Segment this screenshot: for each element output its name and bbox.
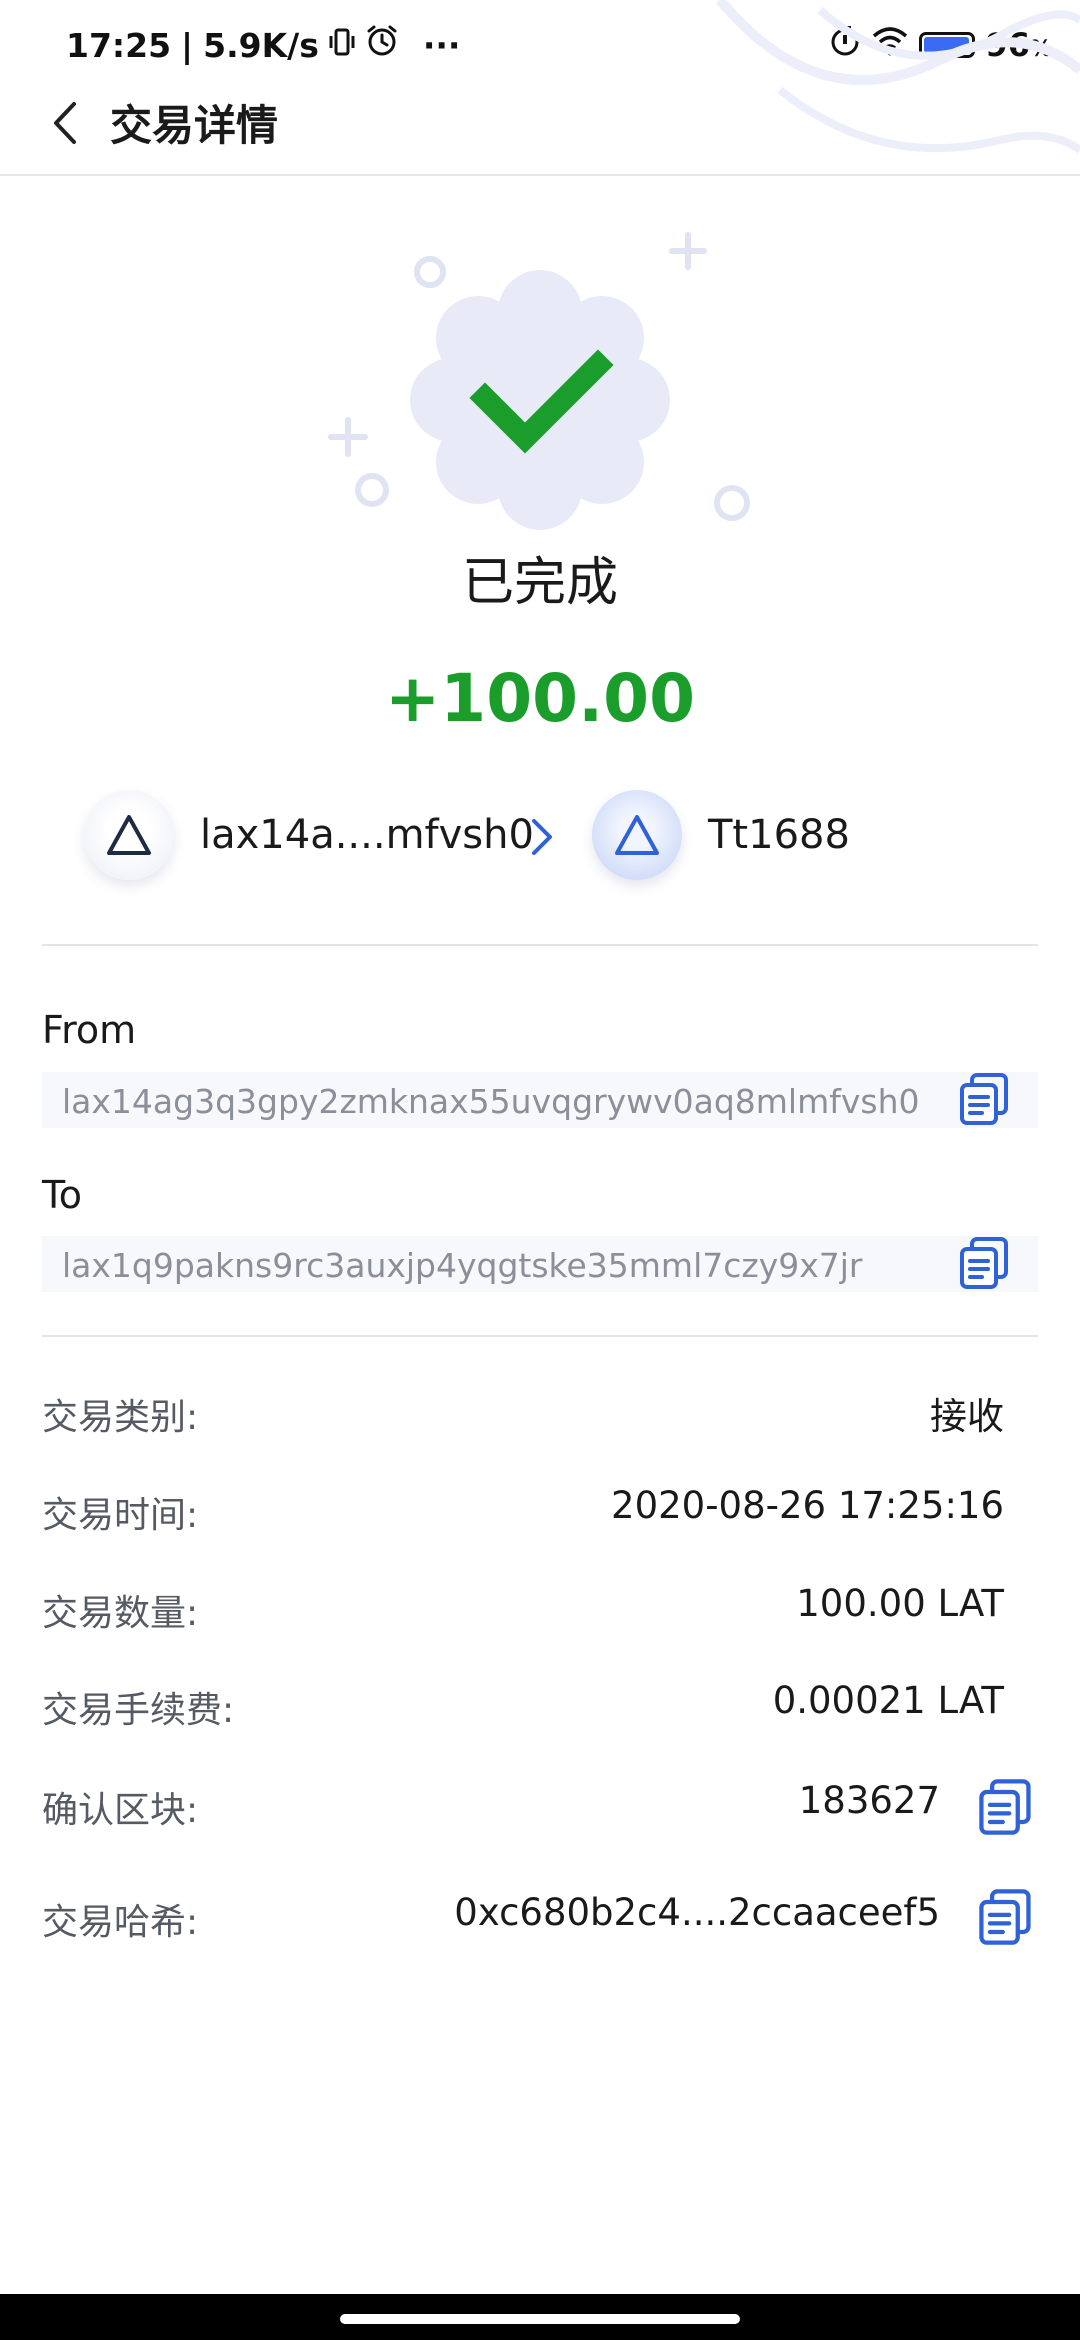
copy-from-address-button[interactable]	[956, 1070, 1014, 1128]
triangle-icon	[107, 815, 151, 855]
copy-to-address-button[interactable]	[956, 1234, 1014, 1292]
vibrate-icon	[329, 26, 355, 65]
from-name: lax14a....mfvsh0	[200, 812, 534, 858]
copy-hash-button[interactable]	[975, 1886, 1037, 1948]
hash-value: 0xc680b2c4....2ccaaceef5	[454, 1891, 940, 1934]
chevron-left-icon	[54, 102, 76, 144]
more-status-icon: ···	[422, 25, 461, 65]
copy-icon	[960, 1237, 1008, 1289]
decor-circle	[714, 485, 750, 521]
block-value: 183627	[798, 1779, 940, 1822]
status-time: 17:25	[66, 25, 172, 65]
block-label: 确认区块:	[42, 1790, 199, 1831]
decor-plus	[669, 232, 707, 270]
copy-icon	[979, 1779, 1031, 1835]
decor-circle	[414, 256, 446, 288]
home-gesture-handle[interactable]	[340, 2314, 740, 2324]
to-address: lax1q9pakns9rc3auxjp4yqgtske35mml7czy9x7…	[62, 1246, 863, 1285]
time-value: 2020-08-26 17:25:16	[611, 1484, 1004, 1527]
divider	[42, 1335, 1038, 1337]
status-separator: |	[181, 25, 194, 65]
success-badge	[328, 232, 750, 530]
to-label: To	[42, 1173, 83, 1217]
transaction-amount: +100.00	[385, 660, 695, 737]
page-title: 交易详情	[110, 101, 279, 150]
transaction-status: 已完成	[461, 553, 618, 613]
from-label: From	[42, 1008, 137, 1052]
amount-label: 交易数量:	[42, 1593, 199, 1634]
system-nav-bar	[0, 2294, 1080, 2340]
to-name: Tt1688	[708, 812, 850, 858]
alarm-icon	[365, 24, 399, 66]
divider	[42, 944, 1038, 946]
to-party: Tt1688	[592, 790, 850, 880]
type-value: 接收	[930, 1395, 1004, 1438]
fee-label: 交易手续费:	[42, 1690, 235, 1731]
triangle-icon	[615, 815, 659, 855]
from-address: lax14ag3q3gpy2zmknax55uvqgrywv0aq8mlmfvs…	[62, 1082, 920, 1121]
type-label: 交易类别:	[42, 1397, 199, 1438]
copy-block-button[interactable]	[975, 1776, 1037, 1838]
decor-plus	[328, 417, 368, 457]
copy-icon	[979, 1889, 1031, 1945]
hash-label: 交易哈希:	[42, 1902, 199, 1943]
badge-shape	[410, 270, 670, 530]
time-label: 交易时间:	[42, 1495, 199, 1536]
status-net-speed: 5.9K/s	[203, 25, 319, 65]
to-avatar	[592, 790, 682, 880]
status-bar-left: 17:25 | 5.9K/s ···	[66, 24, 460, 66]
to-address-field: lax1q9pakns9rc3auxjp4yqgtske35mml7czy9x7…	[42, 1236, 1038, 1292]
fee-value: 0.00021 LAT	[772, 1679, 1004, 1722]
from-address-field: lax14ag3q3gpy2zmknax55uvqgrywv0aq8mlmfvs…	[42, 1072, 1038, 1128]
chevron-right-icon	[524, 815, 560, 863]
back-button[interactable]	[44, 90, 104, 156]
from-avatar	[84, 790, 174, 880]
copy-icon	[960, 1073, 1008, 1125]
amount-value: 100.00 LAT	[796, 1582, 1004, 1625]
from-party: lax14a....mfvsh0	[84, 790, 534, 880]
app-header: 交易详情	[0, 80, 1080, 176]
decor-circle	[355, 473, 389, 507]
